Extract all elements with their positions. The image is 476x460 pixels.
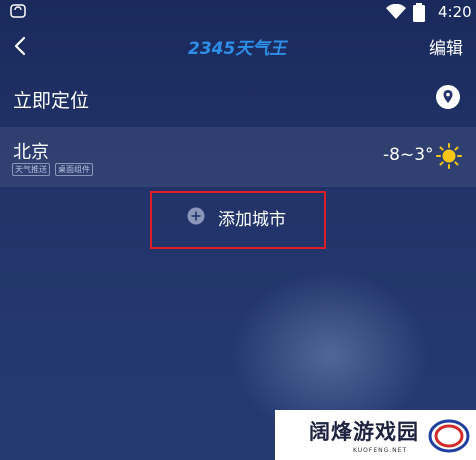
location-pin-icon xyxy=(436,85,460,109)
edit-button[interactable]: 编辑 xyxy=(429,34,463,59)
city-item-beijing[interactable]: 北京 天气推送 桌面组件 -8~3° xyxy=(0,127,476,187)
tag-desktop-widget: 桌面组件 xyxy=(55,163,93,176)
watermark-title: 阔烽游戏园 xyxy=(309,420,419,444)
add-city-label: 添加城市 xyxy=(218,210,286,230)
locate-label: 立即定位 xyxy=(13,90,90,112)
watermark: 阔烽游戏园 KUOFENG.NET xyxy=(275,410,476,460)
wifi-icon xyxy=(386,4,406,19)
temperature-range: -8~3° xyxy=(383,145,434,165)
watermark-subtitle: KUOFENG.NET xyxy=(353,447,408,454)
status-bar: 4:20 xyxy=(0,0,476,26)
notification-icon xyxy=(10,4,26,18)
back-arrow-icon[interactable] xyxy=(8,32,34,60)
tag-weather-push: 天气推送 xyxy=(12,163,50,176)
plus-icon xyxy=(187,207,205,225)
status-time: 4:20 xyxy=(438,3,472,21)
battery-icon xyxy=(413,3,425,22)
add-city-button[interactable]: 添加城市 xyxy=(150,191,326,249)
sun-icon xyxy=(436,143,462,169)
locate-row[interactable]: 立即定位 xyxy=(0,69,476,125)
header: 2345天气王 编辑 xyxy=(0,26,476,66)
watermark-logo-icon xyxy=(428,419,470,453)
app-logo: 2345天气王 xyxy=(188,39,287,59)
city-name: 北京 xyxy=(13,142,49,163)
